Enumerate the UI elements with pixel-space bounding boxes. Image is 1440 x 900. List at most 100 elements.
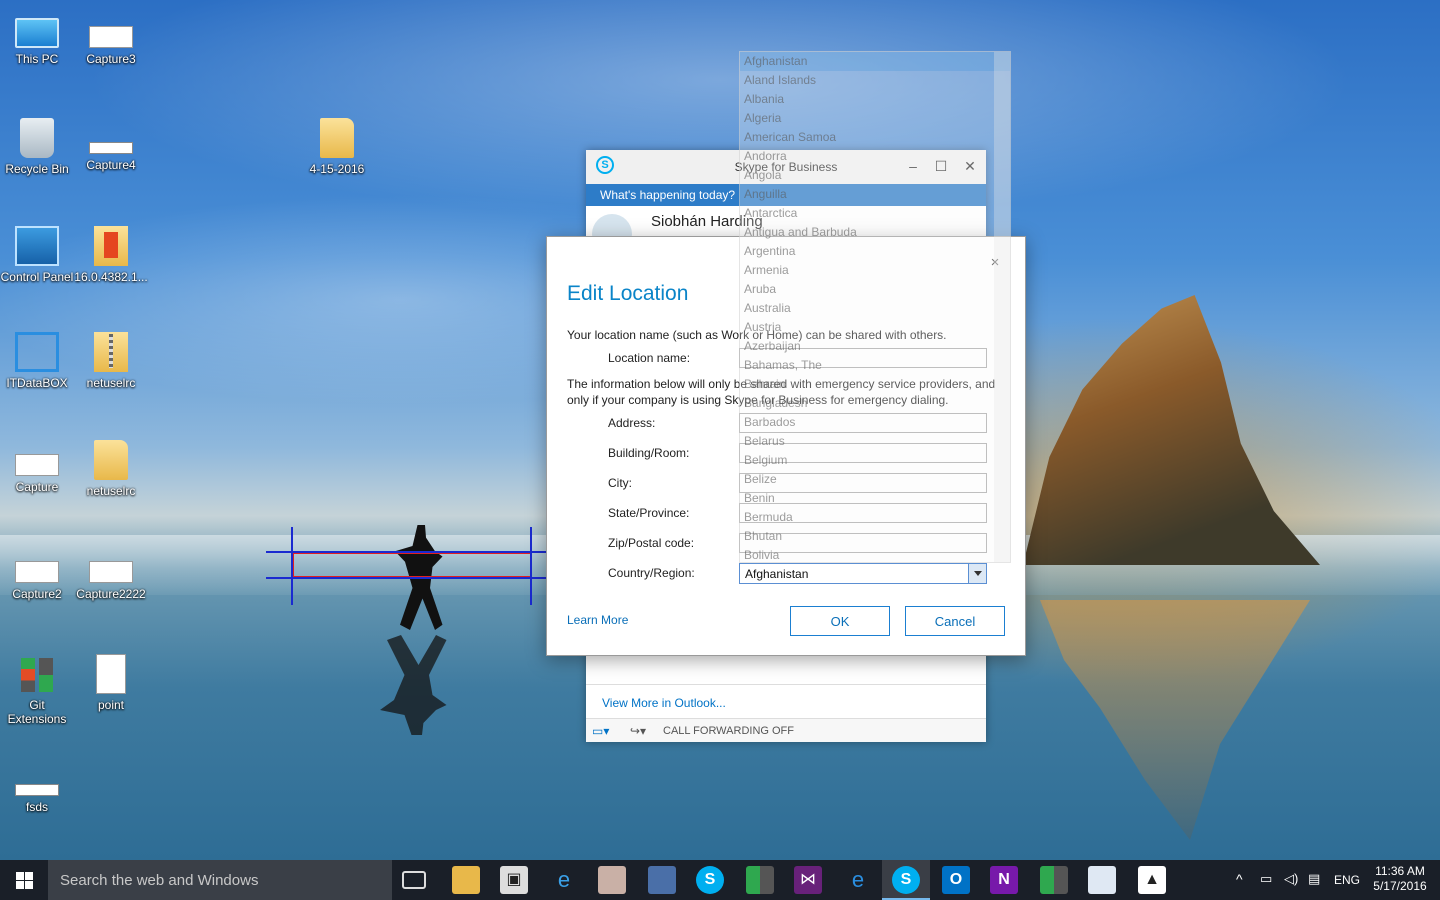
desktop-icon-control-panel[interactable]: Control Panel xyxy=(0,226,74,284)
annotation-blue-line xyxy=(266,551,558,553)
desktop-icon-capture4[interactable]: Capture4 xyxy=(74,118,148,172)
country-dropdown-list[interactable]: Afghanistan Aland Islands Albania Algeri… xyxy=(739,51,1011,563)
desktop-icon-office-folder[interactable]: 16.0.4382.1... xyxy=(74,226,148,284)
list-item[interactable]: Bhutan xyxy=(740,527,1010,546)
list-item[interactable]: Afghanistan xyxy=(740,52,1010,71)
call-forwarding-icon[interactable]: ↪▾ xyxy=(630,724,646,738)
photos-icon[interactable]: ▲ xyxy=(1138,866,1166,894)
clock[interactable]: 11:36 AM 5/17/2016 xyxy=(1372,864,1428,894)
desktop-icon-this-pc[interactable]: This PC xyxy=(0,12,74,66)
desktop-icon-label: fsds xyxy=(25,800,48,814)
desktop-icon-netuselrc-zip[interactable]: netuselrc xyxy=(74,332,148,390)
desktop-icon-label: Capture3 xyxy=(86,52,136,66)
recycle-bin-icon xyxy=(20,118,54,158)
folder-icon xyxy=(320,118,354,158)
list-item[interactable]: Benin xyxy=(740,489,1010,508)
list-item[interactable]: Belarus xyxy=(740,432,1010,451)
country-region-select[interactable]: Afghanistan xyxy=(739,563,987,584)
list-item[interactable]: Antigua and Barbuda xyxy=(740,223,1010,242)
learn-more-link[interactable]: Learn More xyxy=(567,613,628,627)
task-view-icon[interactable] xyxy=(402,871,426,889)
list-item[interactable]: Antarctica xyxy=(740,204,1010,223)
desktop-icon-label: Capture2222 xyxy=(76,587,146,601)
file-explorer-icon[interactable] xyxy=(452,866,480,894)
chevron-up-icon[interactable]: ^ xyxy=(1236,871,1243,900)
git-extensions-icon[interactable] xyxy=(1040,866,1068,894)
scrollbar[interactable] xyxy=(994,52,1010,562)
skype-for-business-icon[interactable]: S xyxy=(892,866,920,894)
windows-logo-icon xyxy=(16,881,24,889)
remote-desktop-icon[interactable] xyxy=(648,866,676,894)
list-item[interactable]: Azerbaijan xyxy=(740,337,1010,356)
list-item[interactable]: Aland Islands xyxy=(740,71,1010,90)
paint-icon[interactable] xyxy=(598,866,626,894)
desktop-icon-capture3[interactable]: Capture3 xyxy=(74,12,148,66)
desktop-icon-label: Capture xyxy=(15,480,59,494)
desktop-icon-capture2222[interactable]: Capture2222 xyxy=(74,547,148,601)
desktop-icon-capture[interactable]: Capture xyxy=(0,440,74,494)
skype-icon[interactable]: S xyxy=(696,866,724,894)
list-item[interactable]: Australia xyxy=(740,299,1010,318)
onenote-icon[interactable]: N xyxy=(990,866,1018,894)
list-item[interactable]: Belize xyxy=(740,470,1010,489)
zip-postal-label: Zip/Postal code: xyxy=(608,536,695,550)
call-forwarding-status[interactable]: CALL FORWARDING OFF xyxy=(663,725,794,737)
desktop-icon-itdatabox[interactable]: ITDataBOX xyxy=(0,332,74,390)
desktop-icon-point[interactable]: point xyxy=(74,654,148,712)
action-center-icon[interactable]: ▤ xyxy=(1308,871,1320,900)
visual-studio-icon[interactable]: ⋈ xyxy=(794,866,822,894)
desktop-icon-git-extensions[interactable]: Git Extensions xyxy=(0,654,74,726)
video-options-icon[interactable]: ▭▾ xyxy=(592,724,609,738)
view-more-outlook-link[interactable]: View More in Outlook... xyxy=(602,696,726,710)
list-item[interactable]: Bangladesh xyxy=(740,394,1010,413)
list-item[interactable]: Albania xyxy=(740,90,1010,109)
list-item[interactable]: Belgium xyxy=(740,451,1010,470)
chevron-down-icon[interactable] xyxy=(968,564,986,583)
list-item[interactable]: Bermuda xyxy=(740,508,1010,527)
windows-logo-icon xyxy=(16,872,24,880)
start-button[interactable] xyxy=(0,860,48,900)
list-item[interactable]: Austria xyxy=(740,318,1010,337)
windows-logo-icon xyxy=(25,881,33,889)
dialog-title: Edit Location xyxy=(567,282,689,305)
desktop-icon-recycle-bin[interactable]: Recycle Bin xyxy=(0,118,74,176)
desktop-icon-netuselrc-folder[interactable]: netuselrc xyxy=(74,440,148,498)
search-input[interactable]: Search the web and Windows xyxy=(48,860,392,900)
ok-button[interactable]: OK xyxy=(790,606,890,636)
computer-icon xyxy=(15,18,59,48)
network-icon[interactable]: ▭ xyxy=(1260,871,1272,900)
desktop-icon-label: point xyxy=(97,698,125,712)
list-item[interactable]: Bahrain xyxy=(740,375,1010,394)
state-province-label: State/Province: xyxy=(608,506,690,520)
list-item[interactable]: Bolivia xyxy=(740,546,1010,562)
list-item[interactable]: American Samoa xyxy=(740,128,1010,147)
list-item[interactable]: Bahamas, The xyxy=(740,356,1010,375)
list-item[interactable]: Barbados xyxy=(740,413,1010,432)
list-item[interactable]: Argentina xyxy=(740,242,1010,261)
outlook-icon[interactable]: O xyxy=(942,866,970,894)
volume-icon[interactable]: ◁) xyxy=(1284,871,1298,900)
list-item[interactable]: Algeria xyxy=(740,109,1010,128)
list-item[interactable]: Armenia xyxy=(740,261,1010,280)
desktop-icon-capture2[interactable]: Capture2 xyxy=(0,547,74,601)
edge-icon[interactable]: e xyxy=(844,866,872,894)
git-extensions-icon[interactable] xyxy=(746,866,774,894)
address-label: Address: xyxy=(608,416,656,430)
language-indicator[interactable]: ENG xyxy=(1334,873,1360,900)
list-item[interactable]: Andorra xyxy=(740,147,1010,166)
desktop-icon-label: netuselrc xyxy=(86,376,136,390)
country-region-label: Country/Region: xyxy=(608,566,695,580)
desktop-icon-label: netuselrc xyxy=(86,484,136,498)
desktop-icon-4-15-2016[interactable]: 4-15-2016 xyxy=(300,118,374,176)
list-item[interactable]: Anguilla xyxy=(740,185,1010,204)
desktop-icon-label: Git Extensions xyxy=(7,698,67,726)
desktop-icon-fsds[interactable]: fsds xyxy=(0,760,74,814)
internet-explorer-icon[interactable]: e xyxy=(550,866,578,894)
list-item[interactable]: Aruba xyxy=(740,280,1010,299)
cancel-button[interactable]: Cancel xyxy=(905,606,1005,636)
desktop-icon-label: Capture4 xyxy=(86,158,136,172)
store-icon[interactable]: ▣ xyxy=(500,866,528,894)
annotation-blue-line xyxy=(266,577,558,579)
app-window-icon[interactable] xyxy=(1088,866,1116,894)
list-item[interactable]: Angola xyxy=(740,166,1010,185)
